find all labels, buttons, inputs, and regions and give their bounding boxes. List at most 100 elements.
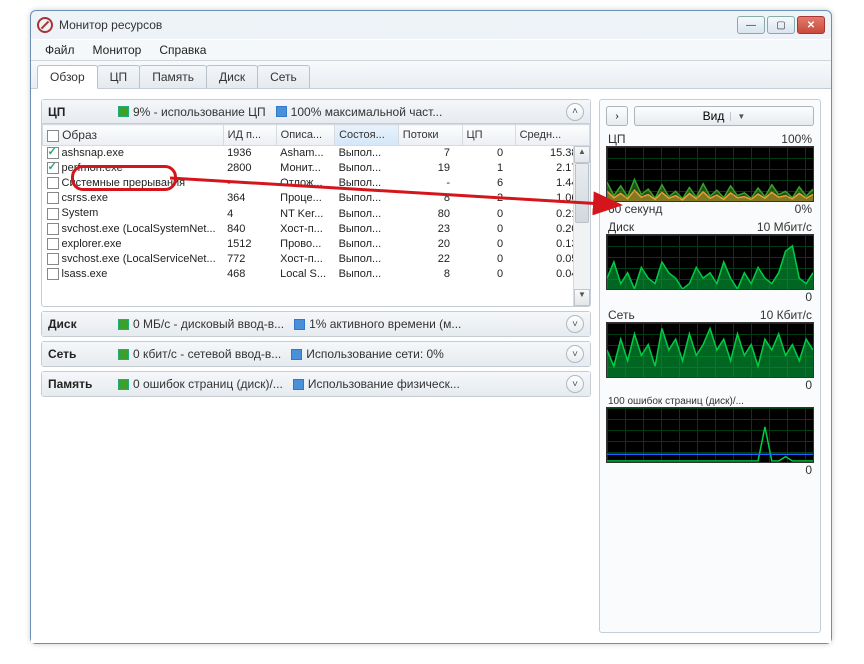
table-scrollbar[interactable]: ▲ ▼ (573, 146, 590, 306)
disk-graph (606, 234, 814, 290)
swatch-icon (291, 349, 302, 360)
disk-graph-block: Диск 10 Мбит/с 0 (606, 220, 814, 304)
tab-disk[interactable]: Диск (206, 65, 258, 88)
memory-panel-header[interactable]: Память 0 ошибок страниц (диск)/... Испол… (42, 372, 590, 396)
menu-file[interactable]: Файл (37, 41, 83, 59)
mem-graph-zero: 0 (805, 463, 812, 477)
cpu-graph-xright: 0% (795, 202, 812, 216)
process-table-wrap: Образ ИД п... Описа... Состоя... Потоки … (42, 124, 590, 306)
swatch-icon (118, 349, 129, 360)
network-panel-title: Сеть (48, 347, 108, 361)
scroll-down-button[interactable]: ▼ (574, 289, 590, 306)
row-checkbox[interactable] (47, 147, 59, 159)
menubar: Файл Монитор Справка (31, 39, 831, 61)
tab-cpu[interactable]: ЦП (97, 65, 141, 88)
cpu-freq-label: 100% максимальной част... (291, 105, 443, 119)
maximize-button[interactable]: ▢ (767, 16, 795, 34)
tab-network[interactable]: Сеть (257, 65, 310, 88)
table-row[interactable]: Системные прерывания-Отлож...Выпол...-61… (43, 176, 590, 191)
table-row[interactable]: explorer.exe1512Прово...Выпол...2000.13 (43, 236, 590, 251)
net-graph-max: 10 Кбит/с (760, 308, 812, 322)
cpu-graph (606, 146, 814, 202)
menu-monitor[interactable]: Монитор (85, 41, 150, 59)
cpu-usage-label: 9% - использование ЦП (133, 105, 266, 119)
table-row[interactable]: perfmon.exe2800Монит...Выпол...1912.17 (43, 161, 590, 176)
table-row[interactable]: svchost.exe (LocalSystemNet...840Хост-п.… (43, 221, 590, 236)
cpu-usage-swatch (118, 106, 129, 117)
cpu-freq-swatch (276, 106, 287, 117)
swatch-icon (118, 319, 129, 330)
swatch-icon (118, 379, 129, 390)
window-frame: Монитор ресурсов — ▢ ✕ Файл Монитор Спра… (30, 10, 832, 644)
process-table: Образ ИД п... Описа... Состоя... Потоки … (42, 124, 590, 282)
view-button[interactable]: Вид▼ (634, 106, 814, 126)
tab-bar: Обзор ЦП Память Диск Сеть (31, 61, 831, 89)
row-checkbox[interactable] (47, 268, 59, 280)
left-pane: ЦП 9% - использование ЦП 100% максимальн… (41, 99, 591, 633)
row-checkbox[interactable] (47, 208, 59, 220)
table-row[interactable]: ashsnap.exe1936Asham...Выпол...7015.38 (43, 146, 590, 161)
network-panel-header[interactable]: Сеть 0 кбит/с - сетевой ввод-в... Исполь… (42, 342, 590, 366)
col-avg[interactable]: Средн... (515, 125, 589, 146)
titlebar[interactable]: Монитор ресурсов — ▢ ✕ (31, 11, 831, 39)
disk-graph-max: 10 Мбит/с (757, 220, 812, 234)
mem-stat2: Использование физическ... (308, 377, 460, 391)
cpu-graph-title: ЦП (608, 132, 626, 146)
network-panel: Сеть 0 кбит/с - сетевой ввод-в... Исполь… (41, 341, 591, 367)
col-desc[interactable]: Описа... (276, 125, 334, 146)
memory-graph (606, 407, 814, 463)
row-checkbox[interactable] (47, 192, 59, 204)
net-stat1: 0 кбит/с - сетевой ввод-в... (133, 347, 281, 361)
row-checkbox[interactable] (47, 253, 59, 265)
memory-panel: Память 0 ошибок страниц (диск)/... Испол… (41, 371, 591, 397)
cpu-panel-header[interactable]: ЦП 9% - использование ЦП 100% максимальн… (42, 100, 590, 124)
disk-stat2: 1% активного времени (м... (309, 317, 461, 331)
cpu-panel-title: ЦП (48, 105, 108, 119)
cpu-graph-max: 100% (781, 132, 812, 146)
row-checkbox[interactable] (47, 223, 59, 235)
collapse-graphs-button[interactable]: › (606, 106, 628, 126)
table-row[interactable]: lsass.exe468Local S...Выпол...800.04 (43, 266, 590, 281)
right-pane: › Вид▼ ЦП100% 60 секунд0% Диск10 Мбит/с … (599, 99, 821, 633)
net-graph-title: Сеть (608, 308, 635, 322)
cpu-panel: ЦП 9% - использование ЦП 100% максимальн… (41, 99, 591, 307)
disk-panel-title: Диск (48, 317, 108, 331)
memory-panel-title: Память (48, 377, 108, 391)
disk-panel: Диск 0 МБ/с - дисковый ввод-в... 1% акти… (41, 311, 591, 337)
net-graph-zero: 0 (805, 378, 812, 392)
cpu-collapse-button[interactable]: ˄ (566, 103, 584, 121)
scroll-thumb[interactable] (575, 163, 589, 223)
disk-expand-button[interactable]: ˅ (566, 315, 584, 333)
close-button[interactable]: ✕ (797, 16, 825, 34)
network-graph-block: Сеть 10 Кбит/с 0 (606, 308, 814, 392)
cpu-graph-block: ЦП100% 60 секунд0% (606, 132, 814, 216)
network-expand-button[interactable]: ˅ (566, 345, 584, 363)
tab-overview[interactable]: Обзор (37, 65, 98, 89)
disk-stat1: 0 МБ/с - дисковый ввод-в... (133, 317, 284, 331)
tab-memory[interactable]: Память (139, 65, 207, 88)
row-checkbox[interactable] (47, 238, 59, 250)
swatch-icon (293, 379, 304, 390)
col-image[interactable]: Образ (43, 125, 224, 146)
disk-graph-title: Диск (608, 220, 634, 234)
col-status[interactable]: Состоя... (335, 125, 399, 146)
menu-help[interactable]: Справка (151, 41, 214, 59)
scroll-up-button[interactable]: ▲ (574, 146, 590, 163)
table-row[interactable]: svchost.exe (LocalServiceNet...772Хост-п… (43, 251, 590, 266)
table-row[interactable]: csrss.exe364Проце...Выпол...821.06 (43, 191, 590, 206)
row-checkbox[interactable] (47, 162, 59, 174)
col-threads[interactable]: Потоки (398, 125, 462, 146)
disk-graph-zero: 0 (805, 290, 812, 304)
memory-graph-block: 100 ошибок страниц (диск)/... 0 (606, 396, 814, 477)
disk-panel-header[interactable]: Диск 0 МБ/с - дисковый ввод-в... 1% акти… (42, 312, 590, 336)
memory-expand-button[interactable]: ˅ (566, 375, 584, 393)
row-checkbox[interactable] (47, 177, 59, 189)
table-row[interactable]: System4NT Ker...Выпол...8000.21 (43, 206, 590, 221)
col-cpu[interactable]: ЦП (462, 125, 515, 146)
col-pid[interactable]: ИД п... (223, 125, 276, 146)
swatch-icon (294, 319, 305, 330)
header-checkbox[interactable] (47, 130, 59, 142)
mem-stat1: 0 ошибок страниц (диск)/... (133, 377, 283, 391)
minimize-button[interactable]: — (737, 16, 765, 34)
mem-graph-title: 100 ошибок страниц (диск)/... (608, 396, 744, 407)
